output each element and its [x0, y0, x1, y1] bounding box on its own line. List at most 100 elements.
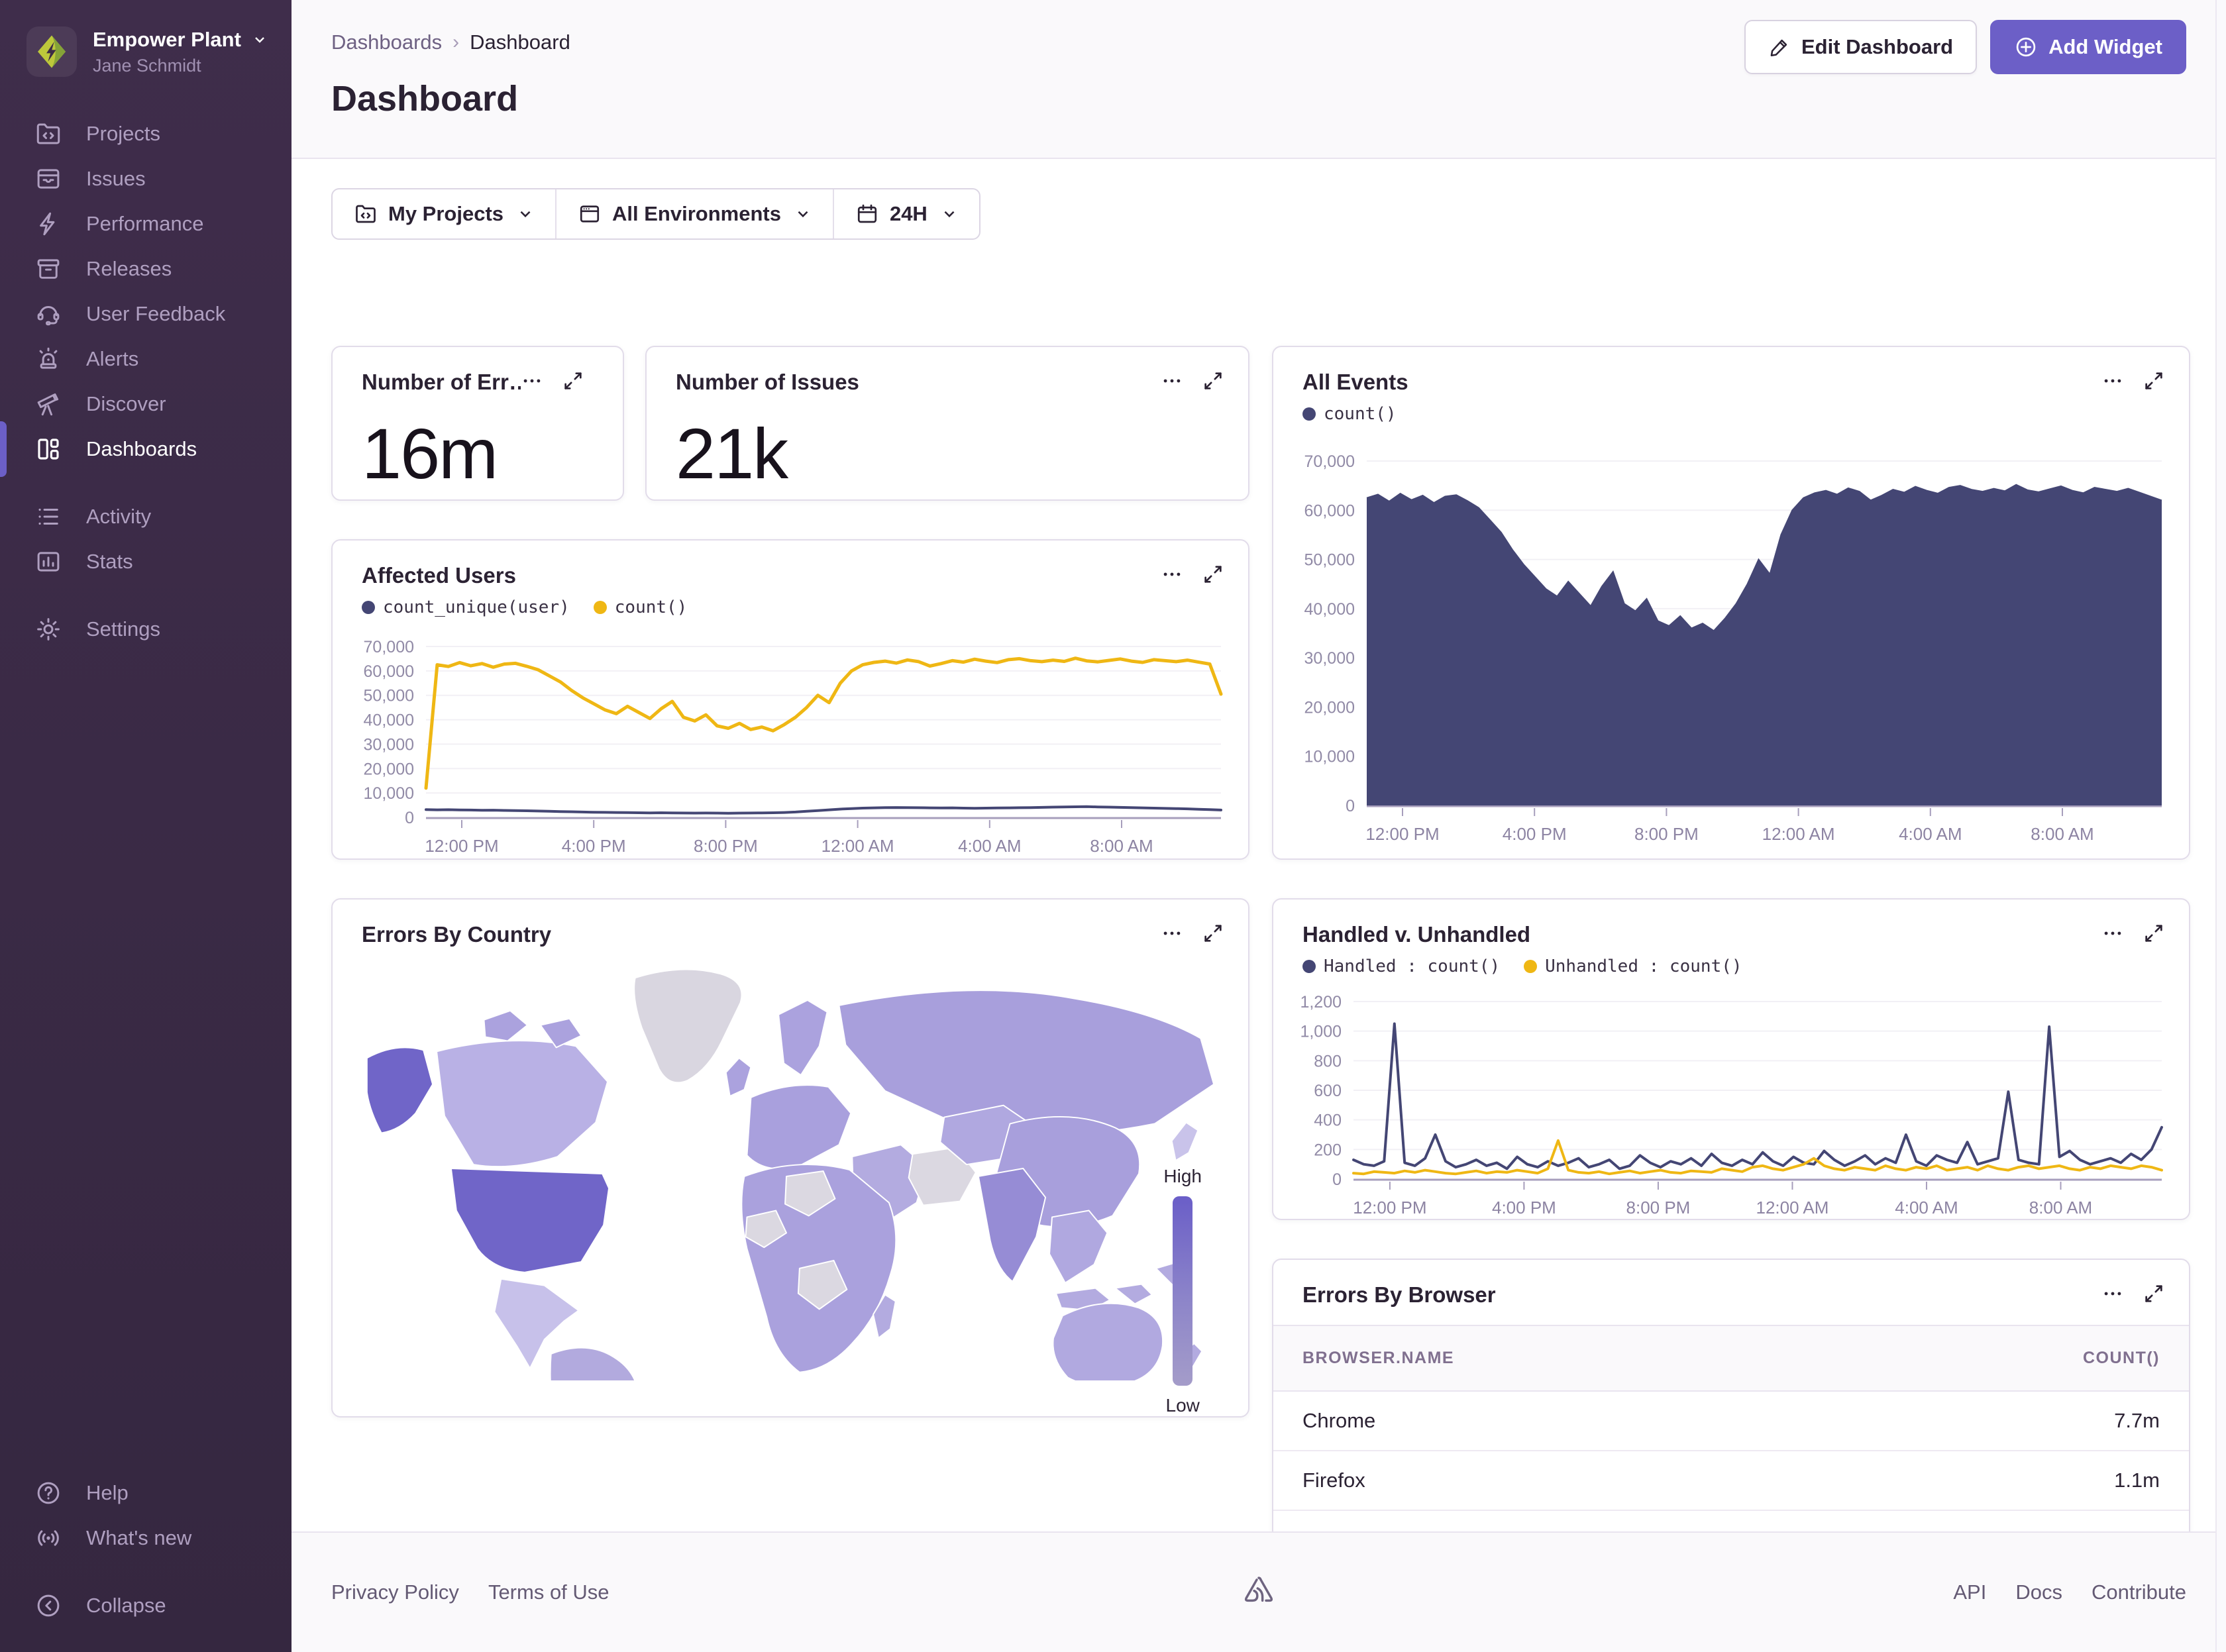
expand-icon[interactable] — [1202, 370, 1224, 392]
sidebar-item-label: Discover — [86, 392, 166, 416]
terms-of-use-link[interactable]: Terms of Use — [488, 1580, 610, 1604]
org-switcher[interactable]: Empower Plant Jane Schmidt — [0, 0, 292, 77]
collapse-icon — [34, 1592, 62, 1620]
widget-title: Affected Users — [362, 563, 1161, 588]
expand-icon[interactable] — [2143, 922, 2165, 945]
widget-number-of-issues: Number of Issues 21k — [645, 346, 1249, 501]
sidebar-item-releases[interactable]: Releases — [0, 246, 292, 291]
widget-title: All Events — [1302, 370, 2101, 395]
expand-icon[interactable] — [2143, 370, 2165, 392]
legend-dot — [1302, 960, 1316, 973]
svg-text:1,200: 1,200 — [1300, 993, 1342, 1011]
legend-label: Unhandled : count() — [1545, 956, 1742, 976]
svg-text:10,000: 10,000 — [1304, 748, 1355, 766]
time-range-filter[interactable]: 24H — [833, 189, 979, 238]
kebab-menu-icon[interactable] — [2101, 1282, 2124, 1305]
svg-text:12:00 AM: 12:00 AM — [1762, 824, 1835, 844]
sidebar-item-activity[interactable]: Activity — [0, 494, 292, 539]
widget-title: Number of Issues — [676, 370, 1161, 395]
environment-filter[interactable]: All Environments — [555, 189, 833, 238]
user-feedback-icon — [34, 300, 62, 328]
settings-icon — [34, 615, 62, 643]
kebab-menu-icon[interactable] — [1161, 922, 1183, 945]
stats-icon — [34, 548, 62, 576]
big-number-value: 16m — [333, 395, 623, 495]
expand-icon[interactable] — [2143, 1282, 2165, 1305]
sidebar-item-help[interactable]: Help — [0, 1471, 292, 1516]
world-map[interactable] — [352, 959, 1227, 1380]
svg-text:8:00 AM: 8:00 AM — [2029, 1198, 2092, 1217]
scrollbar[interactable] — [2215, 0, 2226, 1652]
org-user: Jane Schmidt — [93, 56, 268, 76]
widget-handled-v-unhandled: Handled v. Unhandled Handled : count() U… — [1272, 898, 2190, 1220]
table-row[interactable]: Firefox 1.1m — [1273, 1451, 2189, 1511]
kebab-menu-icon[interactable] — [521, 370, 543, 392]
api-link[interactable]: API — [1953, 1580, 1986, 1604]
svg-text:70,000: 70,000 — [364, 638, 414, 656]
table-header-row: BROWSER.NAME COUNT() — [1273, 1325, 2189, 1392]
expand-icon[interactable] — [562, 370, 584, 392]
calendar-icon — [855, 202, 879, 226]
expand-icon[interactable] — [1202, 922, 1224, 945]
dashboards-icon — [34, 435, 62, 463]
active-accent-bar — [0, 421, 7, 477]
empower-plant-logo-icon — [33, 33, 70, 70]
cell-browser: Firefox — [1302, 1469, 1365, 1492]
sidebar-item-projects[interactable]: Projects — [0, 111, 292, 156]
expand-icon[interactable] — [1202, 563, 1224, 586]
chevron-down-icon — [517, 205, 534, 223]
kebab-menu-icon[interactable] — [2101, 370, 2124, 392]
add-widget-button[interactable]: Add Widget — [1990, 20, 2186, 74]
all-events-chart[interactable]: 010,00020,00030,00040,00050,00060,00070,… — [1273, 428, 2189, 858]
performance-icon — [34, 210, 62, 238]
sidebar-item-performance[interactable]: Performance — [0, 201, 292, 246]
affected-users-chart[interactable]: 010,00020,00030,00040,00050,00060,00070,… — [333, 620, 1248, 866]
sidebar-item-label: Stats — [86, 550, 133, 574]
svg-text:60,000: 60,000 — [364, 662, 414, 681]
sidebar-collapse-button[interactable]: Collapse — [0, 1583, 292, 1628]
page-title: Dashboard — [331, 78, 2186, 119]
chevron-down-icon — [794, 205, 812, 223]
column-header-browser-name: BROWSER.NAME — [1302, 1349, 1454, 1368]
table-row[interactable]: Chrome 7.7m — [1273, 1392, 2189, 1451]
sidebar-item-discover[interactable]: Discover — [0, 382, 292, 427]
svg-text:20,000: 20,000 — [364, 760, 414, 778]
svg-text:0: 0 — [1346, 797, 1355, 815]
project-filter[interactable]: My Projects — [333, 189, 555, 238]
sidebar-item-dashboards[interactable]: Dashboards — [0, 427, 292, 472]
sidebar-item-alerts[interactable]: Alerts — [0, 336, 292, 382]
contribute-link[interactable]: Contribute — [2092, 1580, 2186, 1604]
svg-text:1,000: 1,000 — [1300, 1023, 1342, 1041]
svg-text:8:00 AM: 8:00 AM — [2031, 824, 2094, 844]
docs-link[interactable]: Docs — [2015, 1580, 2062, 1604]
kebab-menu-icon[interactable] — [1161, 563, 1183, 586]
time-range-label: 24H — [890, 202, 928, 226]
widget-title: Number of Err… — [362, 370, 521, 395]
window-icon — [578, 202, 602, 226]
breadcrumb-dashboards-link[interactable]: Dashboards — [331, 30, 442, 54]
sidebar-item-user-feedback[interactable]: User Feedback — [0, 291, 292, 336]
sidebar-item-issues[interactable]: Issues — [0, 156, 292, 201]
cell-browser: Chrome — [1302, 1409, 1375, 1433]
svg-text:30,000: 30,000 — [364, 735, 414, 754]
edit-dashboard-label: Edit Dashboard — [1801, 35, 1953, 59]
widget-number-of-errors: Number of Err… 16m — [331, 346, 624, 501]
svg-text:12:00 PM: 12:00 PM — [425, 836, 498, 856]
sidebar-item-whats-new[interactable]: What's new — [0, 1516, 292, 1561]
sidebar-item-settings[interactable]: Settings — [0, 607, 292, 652]
sidebar-item-label: Dashboards — [86, 437, 197, 461]
sidebar-item-stats[interactable]: Stats — [0, 539, 292, 584]
add-widget-label: Add Widget — [2048, 35, 2162, 59]
main-area: Dashboards › Dashboard Dashboard Edit Da… — [292, 0, 2226, 1652]
privacy-policy-link[interactable]: Privacy Policy — [331, 1580, 459, 1604]
kebab-menu-icon[interactable] — [2101, 922, 2124, 945]
plus-circle-icon — [2014, 35, 2038, 59]
cell-count: 7.7m — [2114, 1409, 2160, 1433]
widget-title: Errors By Country — [362, 922, 1161, 947]
svg-text:8:00 PM: 8:00 PM — [1626, 1198, 1691, 1217]
sidebar: Empower Plant Jane Schmidt Projects Issu… — [0, 0, 292, 1652]
kebab-menu-icon[interactable] — [1161, 370, 1183, 392]
handled-unhandled-chart[interactable]: 02004006008001,0001,20012:00 PM4:00 PM8:… — [1273, 979, 2189, 1225]
legend-label: count() — [1324, 404, 1397, 424]
edit-dashboard-button[interactable]: Edit Dashboard — [1744, 20, 1977, 74]
